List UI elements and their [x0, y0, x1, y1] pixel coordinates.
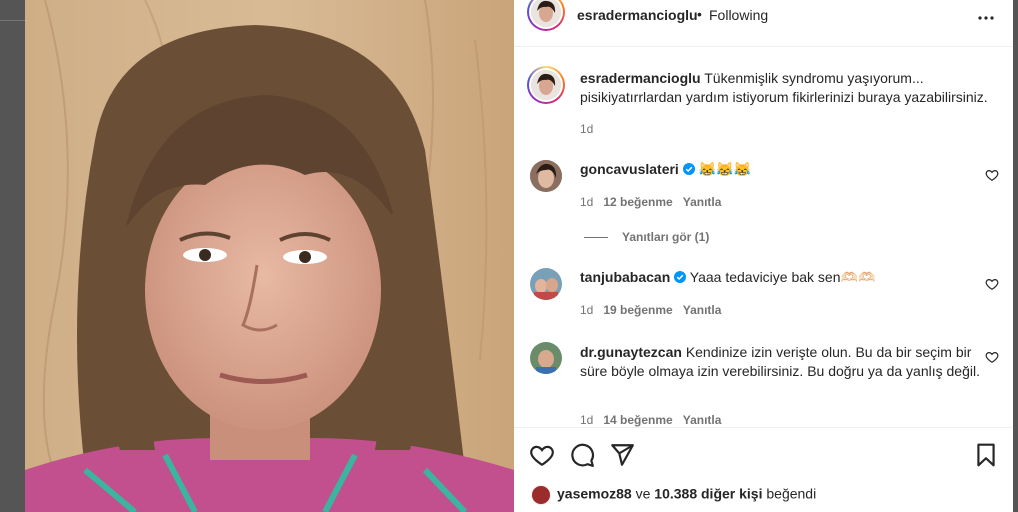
heart-icon[interactable]: [529, 442, 555, 468]
comment-username[interactable]: tanjubabacan: [580, 269, 670, 285]
comment-time[interactable]: 1d: [580, 195, 593, 209]
header-separator: •: [697, 6, 702, 22]
comment-likes[interactable]: 12 beğenme: [603, 195, 672, 209]
likes-connector: ve: [635, 485, 651, 502]
following-button[interactable]: Following: [709, 7, 768, 23]
comment-username[interactable]: goncavuslateri: [580, 161, 679, 177]
comment-meta: 1d 19 beğenme Yanıtla: [580, 303, 721, 317]
comment-avatar[interactable]: [530, 342, 562, 374]
action-bar: yasemoz88 ve 10.388 diğer kişi beğendi: [514, 427, 1013, 512]
reply-button[interactable]: Yanıtla: [683, 413, 722, 427]
first-liker[interactable]: yasemoz88: [557, 486, 632, 502]
save-icon[interactable]: [973, 442, 999, 468]
comment-like-heart-icon[interactable]: [985, 277, 999, 291]
comment-likes[interactable]: 19 beğenme: [603, 303, 672, 317]
comment-avatar[interactable]: [530, 268, 562, 300]
author-avatar[interactable]: [527, 0, 565, 31]
likes-count[interactable]: 10.388 diğer kişi: [654, 486, 762, 502]
comment-meta: 1d 12 beğenme Yanıtla: [580, 195, 721, 209]
reply-button[interactable]: Yanıtla: [683, 195, 722, 209]
caption-time[interactable]: 1d: [580, 122, 593, 136]
comment-likes[interactable]: 14 beğenme: [603, 413, 672, 427]
likes-summary: yasemoz88 ve 10.388 diğer kişi beğendi: [531, 485, 816, 505]
caption-username[interactable]: esradermancioglu: [580, 70, 701, 86]
comment-text: 😹😹😹: [698, 161, 751, 177]
caption: esradermancioglu Tükenmişlik syndromu ya…: [580, 69, 1000, 107]
comment-avatar[interactable]: [530, 160, 562, 192]
header-username[interactable]: esradermancioglu: [577, 7, 698, 23]
comment-time[interactable]: 1d: [580, 303, 593, 317]
liker-avatar[interactable]: [531, 485, 551, 505]
instagram-post-modal: esradermancioglu • Following esradermanc…: [0, 0, 1018, 512]
comment-time[interactable]: 1d: [580, 413, 593, 427]
view-replies-button[interactable]: Yanıtları gör (1): [584, 230, 709, 244]
verified-icon: [674, 271, 687, 283]
more-options-icon[interactable]: [976, 8, 996, 28]
post-photo[interactable]: [25, 0, 514, 512]
view-replies-label: Yanıtları gör (1): [622, 230, 710, 244]
comment-text: Yaaa tedaviciye bak sen🫶🏻🫶🏻: [689, 269, 876, 285]
verified-icon: [682, 163, 695, 175]
backdrop-left: [0, 0, 25, 512]
post-details-panel: esradermancioglu • Following esradermanc…: [514, 0, 1013, 512]
backdrop-right: [1013, 0, 1018, 512]
share-icon[interactable]: [609, 442, 635, 468]
comment-item: dr.gunaytezcan Kendinize izin verişte ol…: [580, 343, 980, 381]
comment-icon[interactable]: [569, 442, 595, 468]
comment-username[interactable]: dr.gunaytezcan: [580, 344, 682, 360]
reply-button[interactable]: Yanıtla: [683, 303, 722, 317]
post-header: esradermancioglu • Following: [514, 0, 1013, 47]
comment-like-heart-icon[interactable]: [985, 350, 999, 364]
caption-avatar[interactable]: [527, 66, 565, 104]
comment-item: goncavuslateri 😹😹😹: [580, 160, 980, 179]
comment-like-heart-icon[interactable]: [985, 168, 999, 182]
likes-suffix: beğendi: [766, 485, 817, 502]
comment-item: tanjubabacan Yaaa tedaviciye bak sen🫶🏻🫶🏻: [580, 268, 980, 287]
comment-meta: 1d 14 beğenme Yanıtla: [580, 413, 721, 427]
